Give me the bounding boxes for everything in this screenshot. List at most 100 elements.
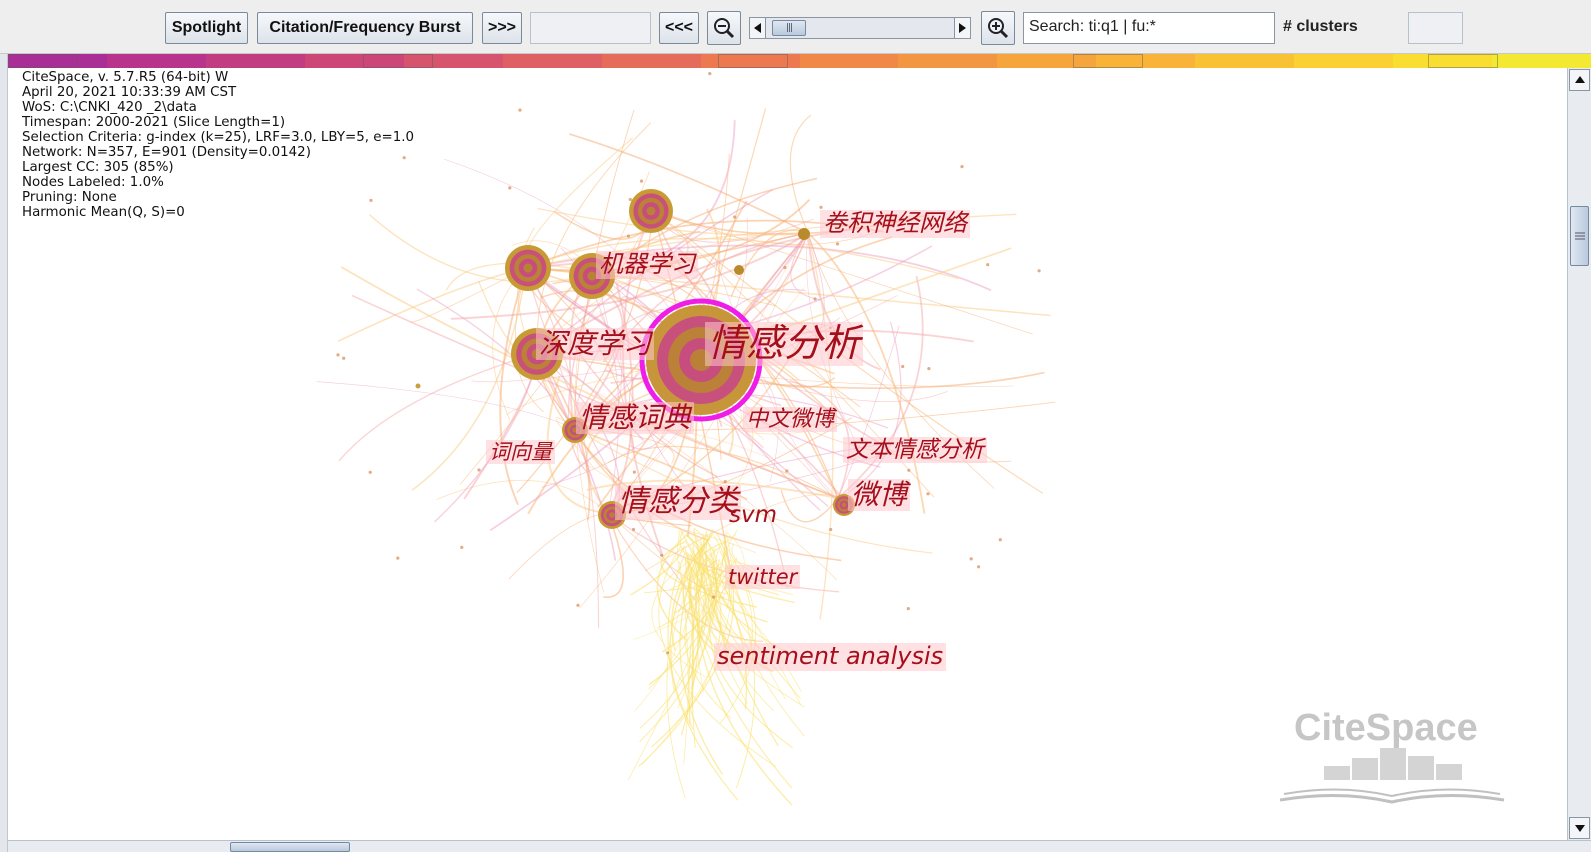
keyword-node: [734, 265, 744, 275]
spotlight-button[interactable]: Spotlight: [165, 12, 248, 44]
network-node-small: [960, 165, 964, 169]
network-node-small: [396, 556, 400, 560]
network-node-small: [368, 470, 372, 474]
keyword-label-svm[interactable]: svm: [726, 502, 780, 528]
timeline-segment: [1294, 54, 1394, 68]
vertical-scrollbar[interactable]: [1567, 68, 1591, 840]
forward-button[interactable]: >>>: [482, 12, 522, 44]
keyword-label-weibo[interactable]: 微博: [848, 478, 911, 512]
network-node-small: [336, 353, 340, 357]
clusters-label: # clusters: [1283, 18, 1358, 35]
keyword-node-ring: [841, 502, 847, 508]
network-node-small: [813, 297, 817, 301]
timeline-marker: [1073, 54, 1143, 68]
network-info-panel: CiteSpace, v. 5.7.R5 (64-bit) W April 20,…: [22, 70, 414, 220]
network-node-small: [723, 480, 727, 484]
triangle-left-icon: [753, 23, 761, 33]
timeline-segment: [1492, 54, 1591, 68]
network-node-small: [901, 364, 905, 369]
network-node-small: [632, 470, 637, 474]
scroll-up-button[interactable]: [1569, 69, 1590, 91]
network-node-small: [733, 215, 737, 219]
keyword-label-qingganfenlei[interactable]: 情感分类: [615, 484, 741, 520]
horizontal-scroll-thumb[interactable]: [230, 842, 350, 852]
keyword-node-ring: [523, 263, 533, 273]
info-line: CiteSpace, v. 5.7.R5 (64-bit) W: [22, 70, 229, 85]
citespace-logo-text: CiteSpace: [1294, 707, 1478, 749]
toolbar: Spotlight Citation/Frequency Burst >>> <…: [0, 0, 1591, 54]
network-node-small: [342, 356, 346, 360]
timeline-color-bar: [8, 54, 1591, 68]
network-node-small: [626, 234, 631, 238]
network-node-small: [508, 186, 512, 190]
left-edge: [0, 54, 8, 852]
triangle-down-icon: [1574, 825, 1585, 832]
zoom-slider[interactable]: |||: [749, 17, 971, 39]
info-line: Selection Criteria: g-index (k=25), LRF=…: [22, 130, 415, 145]
slider-left-arrow[interactable]: [750, 18, 766, 38]
network-node-small: [1037, 269, 1041, 273]
keyword-label-twitter[interactable]: twitter: [725, 565, 801, 590]
timeline-segment: [799, 54, 899, 68]
grip-icon: [1574, 232, 1585, 240]
citation-burst-button[interactable]: Citation/Frequency Burst: [257, 12, 473, 44]
keyword-label-sentiment-analysis[interactable]: sentiment analysis: [714, 642, 947, 671]
timeline-segment: [601, 54, 701, 68]
keyword-label-jiqixuexi[interactable]: 机器学习: [596, 250, 698, 279]
network-node-small: [460, 545, 464, 549]
timeline-segment: [502, 54, 602, 68]
triangle-up-icon: [1574, 76, 1585, 83]
timeline-segment: [1195, 54, 1295, 68]
clusters-field[interactable]: [1408, 12, 1463, 44]
keyword-label-qingganci[interactable]: 情感词典: [576, 401, 695, 435]
back-button[interactable]: <<<: [659, 12, 699, 44]
keyword-node: [415, 383, 421, 389]
network-node-small: [639, 179, 644, 183]
timeline-marker: [363, 54, 433, 68]
timeline-segment: [205, 54, 305, 68]
network-node-small: [907, 468, 911, 472]
keyword-label-wenbenqingganfenxi[interactable]: 文本情感分析: [843, 437, 987, 464]
horizontal-scrollbar[interactable]: [8, 840, 1591, 852]
slider-right-arrow[interactable]: [954, 18, 970, 38]
keyword-node: [798, 228, 810, 240]
network-node-small: [711, 595, 716, 599]
network-edge: [316, 381, 574, 429]
network-node-small: [666, 651, 670, 655]
zoom-out-button[interactable]: [707, 11, 741, 45]
search-input[interactable]: Search: ti:q1 | fu:*: [1023, 12, 1275, 44]
network-node-small: [576, 603, 580, 607]
network-node-small: [998, 538, 1002, 542]
scroll-down-button[interactable]: [1569, 817, 1590, 839]
keyword-label-cixiangliang[interactable]: 词向量: [486, 440, 555, 465]
citespace-window: Spotlight Citation/Frequency Burst >>> <…: [0, 0, 1591, 852]
network-node-small: [785, 469, 789, 473]
network-node-small: [628, 197, 632, 202]
network-edge: [568, 133, 809, 234]
network-node-small: [926, 492, 930, 496]
time-slice-field[interactable]: [530, 12, 651, 44]
slider-thumb[interactable]: |||: [772, 20, 806, 36]
zoom-in-button[interactable]: [981, 11, 1015, 45]
network-edge: [499, 267, 527, 506]
timeline-marker: [1428, 54, 1498, 68]
network-node-small: [631, 527, 636, 532]
timeline-segment: [898, 54, 998, 68]
network-canvas[interactable]: CiteSpace, v. 5.7.R5 (64-bit) W April 20,…: [8, 68, 1567, 840]
network-node-small: [708, 72, 712, 76]
timeline-segment: [106, 54, 206, 68]
triangle-right-icon: [958, 23, 966, 33]
keyword-label-shenduxuexi[interactable]: 深度学习: [536, 327, 655, 361]
citespace-logo: CiteSpace: [1280, 707, 1505, 804]
vertical-scroll-thumb[interactable]: [1570, 206, 1589, 266]
keyword-label-qingganfenxi[interactable]: 情感分析: [705, 321, 864, 366]
keyword-label-juanjishenjingwangluo[interactable]: 卷积神经网络: [820, 209, 970, 238]
timeline-marker: [8, 54, 78, 68]
network-node-small: [518, 108, 522, 112]
info-line: Nodes Labeled: 1.0%: [22, 175, 164, 190]
network-node-small: [927, 367, 931, 371]
info-line: WoS: C:\CNKI_420 _2\data: [22, 100, 197, 115]
info-line: Largest CC: 305 (85%): [22, 160, 174, 175]
network-edge: [433, 352, 539, 523]
keyword-label-zhongwenweibo[interactable]: 中文微博: [743, 407, 838, 433]
